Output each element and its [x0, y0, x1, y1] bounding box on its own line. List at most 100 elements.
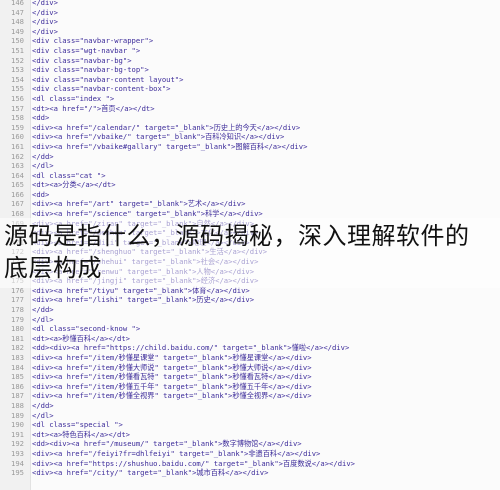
code-line: 188 </dd>	[0, 401, 500, 411]
line-number: 194	[11, 458, 24, 468]
line-number: 153	[11, 65, 24, 75]
line-number: 178	[11, 305, 24, 314]
code-text: <div class="navbar-content-box">	[32, 84, 171, 94]
code-line: 153 <div class="navbar-bg-top">	[0, 65, 500, 75]
code-line: 162 </dd>	[0, 152, 500, 162]
code-text: <dt><a>秒懂百科</a></dt>	[32, 333, 130, 343]
line-number: 155	[11, 84, 24, 94]
code-text: <dd>	[32, 113, 50, 123]
code-text: <div class="navbar-bg-top">	[32, 65, 149, 75]
code-line: 164 <dl class="cat ">	[0, 171, 500, 181]
code-text: <dt><a href="/">首页</a></dt>	[32, 103, 155, 113]
code-text: </dl>	[32, 161, 54, 171]
code-line: 181 <dt><a>秒懂百科</a></dt>	[0, 334, 500, 344]
code-line: 183 <div><a href="/item/秒懂星课堂" target="_b…	[0, 353, 500, 363]
code-text: </dd>	[32, 400, 54, 410]
line-number: 159	[11, 122, 24, 132]
code-line: 158 <dd>	[0, 113, 500, 123]
code-text: <div><a href="/item/秒懂五千年" target="_blan…	[32, 381, 312, 391]
line-number: 158	[11, 113, 24, 123]
line-number: 184	[11, 362, 24, 372]
line-number: 150	[11, 36, 24, 46]
line-number: 161	[11, 141, 24, 151]
code-line: 195 <div><a href="/city/" target="_blank"…	[0, 468, 500, 478]
code-text: </div>	[32, 0, 58, 7]
code-text: <div><a href="/art" target="_blank">艺术</…	[32, 199, 246, 209]
code-text: </div>	[32, 26, 58, 36]
code-line: 186 <div><a href="/item/秒懂五千年" target="_b…	[0, 382, 500, 392]
title-line-1: 源码是指什么，源码揭秘，深入理解软件的	[4, 222, 470, 250]
code-line: 157 <dt><a href="/">首页</a></dt>	[0, 104, 500, 114]
line-number: 185	[11, 372, 24, 382]
code-text: <div><a href="/vbaike/" target="_blank">…	[32, 132, 285, 142]
code-text: <div><a href="/vbaike#gallary" target="_…	[32, 141, 308, 151]
line-number: 149	[11, 26, 24, 36]
code-text: <dd><div><a href="https://child.baidu.co…	[32, 343, 350, 353]
line-number: 154	[11, 74, 24, 84]
code-text: <dl class="special ">	[32, 420, 123, 430]
code-line: 184 <div><a href="/item/秒懂大师说" target="_b…	[0, 363, 500, 373]
code-line: 192 <dd><div><a href="/museum/" target="_…	[0, 439, 500, 449]
line-number: 164	[11, 170, 24, 180]
code-text: </dl>	[32, 410, 54, 420]
code-text: <dl class="cat ">	[32, 170, 106, 180]
code-line: 156 <dl class="index ">	[0, 94, 500, 104]
code-text: <div class="navbar-content layout">	[32, 74, 184, 84]
code-text: <div><a href="/lishi" target="_blank">历史…	[32, 295, 255, 305]
code-text: <dl class="index ">	[32, 93, 115, 103]
line-number: 160	[11, 132, 24, 142]
code-text: <div><a href="/item/秒懂看瓦特" target="_blan…	[32, 372, 312, 382]
code-line: 148 </div>	[0, 17, 500, 27]
line-number: 179	[11, 314, 24, 324]
code-line: 146 </div>	[0, 0, 500, 8]
line-number: 146	[11, 0, 24, 7]
line-number: 195	[11, 468, 24, 478]
code-line: 185 <div><a href="/item/秒懂看瓦特" target="_b…	[0, 372, 500, 382]
code-line: 193 <div><a href="/feiyi?fr=dhlfeiyi" tar…	[0, 449, 500, 459]
code-text: <dl class="second-know ">	[32, 324, 141, 334]
line-number: 189	[11, 410, 24, 420]
code-text: </div>	[32, 17, 58, 27]
line-number: 190	[11, 420, 24, 430]
code-line: 163 </dl>	[0, 161, 500, 171]
code-text: </div>	[32, 7, 58, 17]
code-line: 159 <div><a href="/calendar/" target="_bl…	[0, 123, 500, 133]
code-text: </dd>	[32, 305, 54, 314]
line-number: 156	[11, 93, 24, 103]
code-text: <div class="navbar-wrapper">	[32, 36, 154, 46]
code-line: 166 <dd>	[0, 190, 500, 200]
code-line: 178 </dd>	[0, 305, 500, 315]
code-line: 161 <div><a href="/vbaike#gallary" target…	[0, 142, 500, 152]
code-line: 194 <div><a href="https://shushuo.baidu.c…	[0, 459, 500, 469]
code-text: <div><a href="/city/" target="_blank">城市…	[32, 468, 269, 478]
line-number: 181	[11, 333, 24, 343]
code-line: 154 <div class="navbar-content layout">	[0, 75, 500, 85]
code-text: <div class="wgt-navbar ">	[32, 45, 141, 55]
line-number: 148	[11, 17, 24, 27]
article-title: 源码是指什么，源码揭秘，深入理解软件的 底层构成	[4, 220, 496, 284]
code-text: </dd>	[32, 151, 54, 161]
code-text: <dd>	[32, 189, 50, 199]
line-number: 191	[11, 429, 24, 439]
code-line: 152 <div class="navbar-bg">	[0, 56, 500, 66]
code-line: 160 <div><a href="/vbaike/" target="_blan…	[0, 132, 500, 142]
code-text: <div><a href="/item/秒懂星课堂" target="_blan…	[32, 352, 312, 362]
code-text: <div><a href="/feiyi?fr=dhlfeiyi" target…	[32, 448, 321, 458]
line-number: 180	[11, 324, 24, 334]
code-line: 187 <div><a href="/item/秒懂全视界" target="_b…	[0, 391, 500, 401]
line-number: 147	[11, 7, 24, 17]
line-number: 193	[11, 448, 24, 458]
line-number: 162	[11, 151, 24, 161]
code-text: <dd><div><a href="/museum/" target="_bla…	[32, 439, 302, 449]
code-line: 180 <dl class="second-know ">	[0, 324, 500, 334]
line-number: 183	[11, 352, 24, 362]
code-line: 182 <dd><div><a href="https://child.baidu…	[0, 343, 500, 353]
code-line: 179 </dl>	[0, 315, 500, 325]
code-line: 147 </div>	[0, 8, 500, 18]
line-number: 165	[11, 180, 24, 190]
line-number: 167	[11, 199, 24, 209]
line-number: 186	[11, 381, 24, 391]
line-number: 163	[11, 161, 24, 171]
line-number: 151	[11, 45, 24, 55]
line-number: 152	[11, 55, 24, 65]
